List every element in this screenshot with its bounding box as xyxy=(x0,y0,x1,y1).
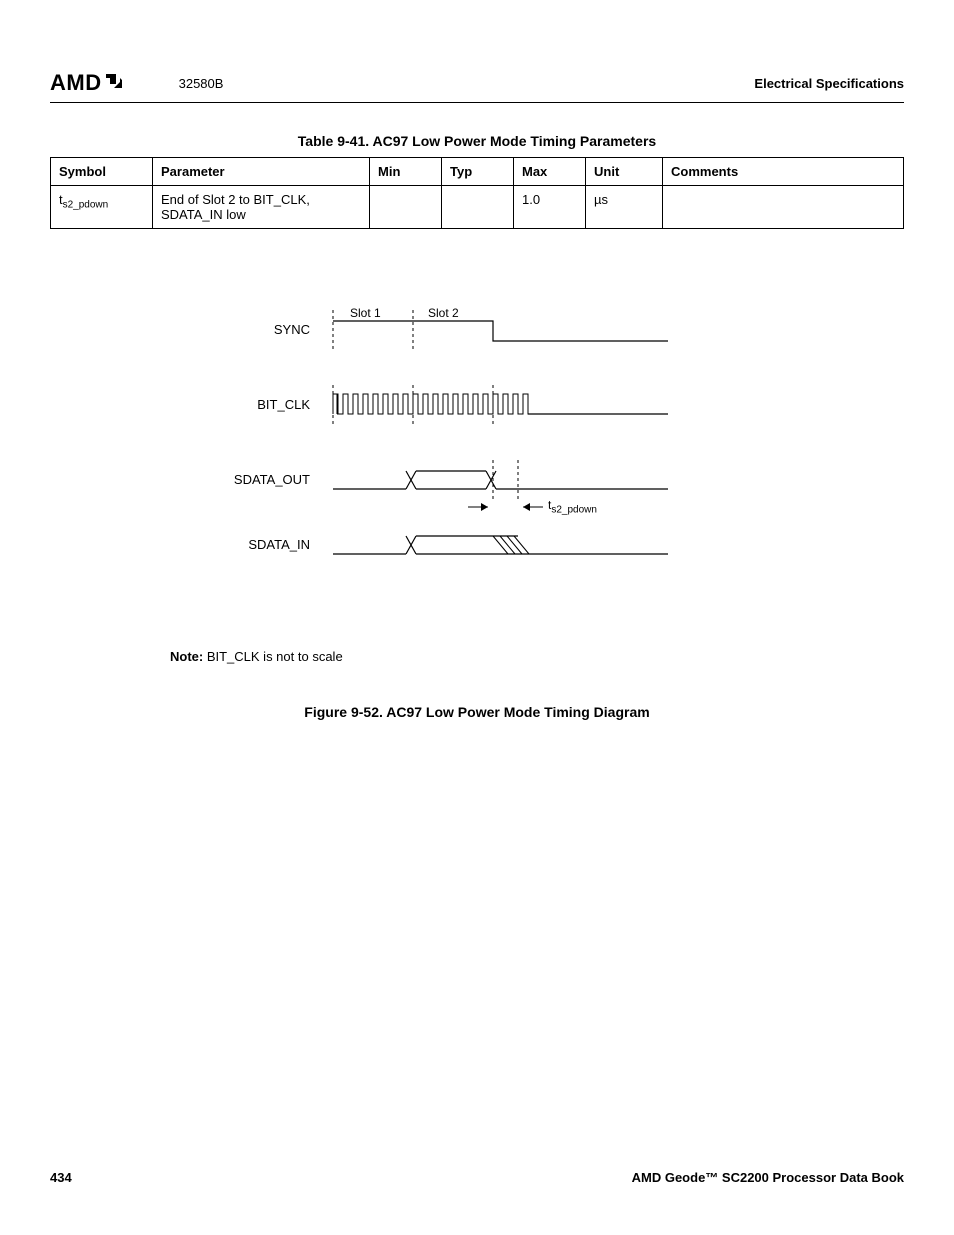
measure-label: ts2_pdown xyxy=(548,498,597,515)
page-header: AMD 32580B Electrical Specifications xyxy=(50,70,904,103)
th-parameter: Parameter xyxy=(153,158,370,186)
page: AMD 32580B Electrical Specifications Tab… xyxy=(0,0,954,1235)
th-typ: Typ xyxy=(442,158,514,186)
doc-number: 32580B xyxy=(179,76,224,91)
measure-row: ts2_pdown xyxy=(328,497,668,517)
signal-row-bitclk: BIT_CLK xyxy=(50,384,668,424)
section-title: Electrical Specifications xyxy=(754,76,904,91)
header-left: AMD 32580B xyxy=(50,70,223,96)
diagram-note: Note: BIT_CLK is not to scale xyxy=(170,649,904,664)
sync-waveform: Slot 1 Slot 2 xyxy=(328,309,668,349)
th-unit: Unit xyxy=(586,158,663,186)
cell-unit: µs xyxy=(586,186,663,229)
signal-label-bitclk: BIT_CLK xyxy=(50,397,328,412)
cell-parameter: End of Slot 2 to BIT_CLK, SDATA_IN low xyxy=(153,186,370,229)
cell-typ xyxy=(442,186,514,229)
cell-min xyxy=(370,186,442,229)
logo-arrow-icon xyxy=(104,70,124,96)
table-title: Table 9-41. AC97 Low Power Mode Timing P… xyxy=(50,133,904,149)
page-footer: 434 AMD Geode™ SC2200 Processor Data Boo… xyxy=(50,1170,904,1185)
signal-label-sdataout: SDATA_OUT xyxy=(50,472,328,487)
table-row: ts2_pdown End of Slot 2 to BIT_CLK, SDAT… xyxy=(51,186,904,229)
amd-logo: AMD xyxy=(50,70,124,96)
timing-diagram: SYNC Slot 1 Slot 2 BIT_CLK xyxy=(50,309,904,629)
signal-row-sdatain: SDATA_IN xyxy=(50,524,668,564)
note-label: Note: xyxy=(170,649,203,664)
slot1-text: Slot 1 xyxy=(350,306,381,320)
signal-row-sync: SYNC Slot 1 Slot 2 xyxy=(50,309,668,349)
th-comments: Comments xyxy=(663,158,904,186)
th-symbol: Symbol xyxy=(51,158,153,186)
sdataout-waveform xyxy=(328,459,668,499)
bitclk-waveform xyxy=(328,384,668,424)
cell-comments xyxy=(663,186,904,229)
table-header-row: Symbol Parameter Min Typ Max Unit Commen… xyxy=(51,158,904,186)
signal-label-sync: SYNC xyxy=(50,322,328,337)
cell-max: 1.0 xyxy=(514,186,586,229)
note-text: BIT_CLK is not to scale xyxy=(203,649,342,664)
th-min: Min xyxy=(370,158,442,186)
logo-text: AMD xyxy=(50,70,102,96)
signal-row-sdataout: SDATA_OUT xyxy=(50,459,668,499)
th-max: Max xyxy=(514,158,586,186)
signal-label-sdatain: SDATA_IN xyxy=(50,537,328,552)
timing-parameters-table: Symbol Parameter Min Typ Max Unit Commen… xyxy=(50,157,904,229)
sdatain-waveform xyxy=(328,524,668,564)
cell-symbol: ts2_pdown xyxy=(51,186,153,229)
book-title: AMD Geode™ SC2200 Processor Data Book xyxy=(632,1170,904,1185)
slot2-text: Slot 2 xyxy=(428,306,459,320)
figure-title: Figure 9-52. AC97 Low Power Mode Timing … xyxy=(50,704,904,720)
symbol-subscript: s2_pdown xyxy=(63,200,109,211)
measure-sub: s2_pdown xyxy=(551,504,597,515)
page-number: 434 xyxy=(50,1170,72,1185)
